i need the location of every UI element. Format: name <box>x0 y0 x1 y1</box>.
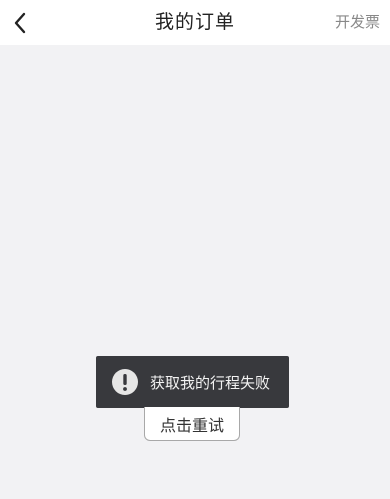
invoice-button[interactable]: 开发票 <box>335 0 380 45</box>
alert-circle-icon <box>112 369 138 395</box>
error-toast: 获取我的行程失败 <box>96 356 289 408</box>
page-title: 我的订单 <box>154 11 235 33</box>
retry-button[interactable]: 点击重试 <box>144 407 240 441</box>
toast-message: 获取我的行程失败 <box>150 373 271 392</box>
navigation-bar: 我的订单 开发票 <box>0 0 390 45</box>
